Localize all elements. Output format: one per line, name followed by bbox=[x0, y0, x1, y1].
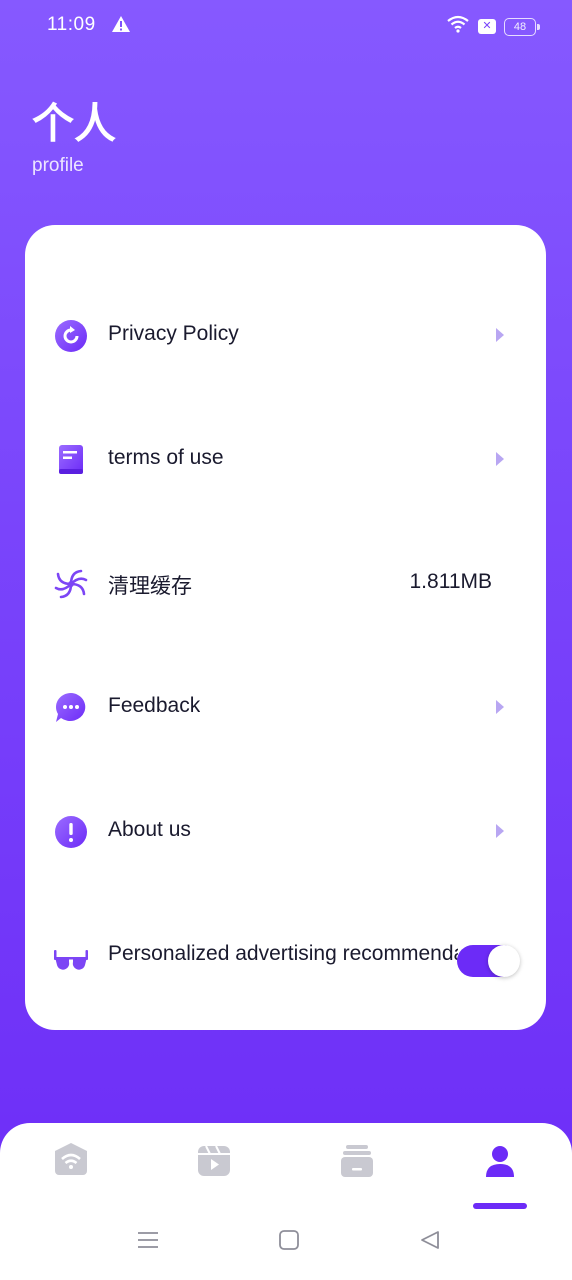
terms-of-use-label: terms of use bbox=[108, 446, 224, 469]
exclamation-icon bbox=[53, 814, 89, 850]
home-nav-icon[interactable] bbox=[277, 1228, 301, 1257]
refresh-icon bbox=[53, 318, 89, 354]
settings-card: Privacy Policy terms of use 清理缓存 1.811MB… bbox=[25, 225, 546, 1030]
chevron-right-icon bbox=[496, 328, 504, 342]
chevron-right-icon bbox=[496, 452, 504, 466]
video-icon bbox=[184, 1145, 244, 1191]
page-title: 个人 bbox=[32, 99, 117, 148]
tab-profile[interactable] bbox=[470, 1137, 530, 1207]
wifi-icon bbox=[446, 14, 470, 39]
about-us-label: About us bbox=[108, 818, 191, 841]
active-tab-indicator bbox=[473, 1203, 527, 1209]
sim-icon: ✕ bbox=[478, 19, 496, 34]
glasses-icon bbox=[53, 938, 89, 974]
profile-icon bbox=[470, 1146, 530, 1191]
bottom-tab-bar bbox=[0, 1123, 572, 1280]
privacy-policy-label: Privacy Policy bbox=[108, 322, 239, 345]
book-icon bbox=[53, 442, 89, 478]
clear-cache-label: 清理缓存 bbox=[108, 575, 192, 598]
tab-video[interactable] bbox=[184, 1137, 244, 1207]
clear-cache-row[interactable]: 清理缓存 1.811MB bbox=[25, 542, 546, 622]
back-nav-icon[interactable] bbox=[418, 1228, 442, 1257]
status-bar: 11:09 ✕ 48 bbox=[0, 0, 572, 52]
status-time: 11:09 bbox=[47, 14, 96, 35]
battery-icon: 48 bbox=[504, 17, 540, 36]
chevron-right-icon bbox=[496, 824, 504, 838]
personalized-ads-toggle[interactable] bbox=[457, 945, 520, 977]
chevron-right-icon bbox=[496, 700, 504, 714]
files-icon bbox=[327, 1145, 387, 1191]
cache-size-value: 1.811MB bbox=[409, 570, 493, 593]
swirl-icon bbox=[53, 566, 89, 602]
terms-of-use-row[interactable]: terms of use bbox=[25, 418, 546, 498]
feedback-label: Feedback bbox=[108, 694, 201, 717]
tab-files[interactable] bbox=[327, 1137, 387, 1207]
feedback-row[interactable]: Feedback bbox=[25, 666, 546, 746]
about-us-row[interactable]: About us bbox=[25, 790, 546, 870]
personalized-ads-row: Personalized advertising recommendation bbox=[25, 914, 546, 994]
warning-icon bbox=[111, 15, 131, 38]
toggle-knob bbox=[488, 945, 520, 977]
wifi-home-icon bbox=[41, 1143, 101, 1191]
page-subtitle: profile bbox=[32, 155, 84, 176]
personalized-ads-label: Personalized advertising recommendation bbox=[108, 942, 458, 965]
tab-home[interactable] bbox=[41, 1137, 101, 1207]
chat-bubble-icon bbox=[53, 690, 89, 726]
privacy-policy-row[interactable]: Privacy Policy bbox=[25, 294, 546, 374]
menu-nav-icon[interactable] bbox=[136, 1228, 160, 1257]
